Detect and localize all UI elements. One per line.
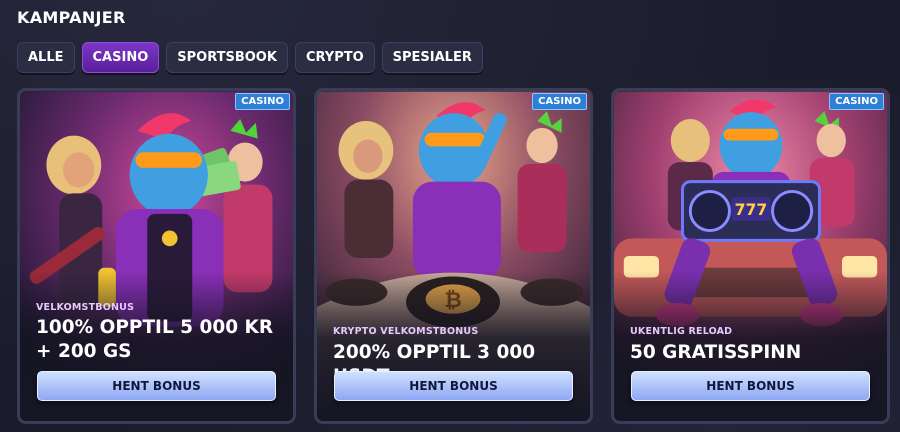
category-badge: CASINO xyxy=(235,93,290,110)
claim-bonus-button[interactable]: HENT BONUS xyxy=(631,371,870,401)
promo-headline-line-1: 50 GRATISSPINN xyxy=(630,342,802,363)
promo-headline-line-1: 100% OPPTIL 5 000 KR xyxy=(36,317,274,338)
claim-bonus-button[interactable]: HENT BONUS xyxy=(334,371,573,401)
tab-crypto[interactable]: CRYPTO xyxy=(294,42,375,73)
svg-text:777: 777 xyxy=(735,200,768,219)
tab-alle[interactable]: ALLE xyxy=(17,42,75,73)
tab-spesialer[interactable]: SPESIALER xyxy=(381,42,483,73)
promo-headline: 100% OPPTIL 5 000 KR + 200 GS xyxy=(36,316,283,364)
promotions-page: KAMPANJER ALLE CASINO SPORTSBOOK CRYPTO … xyxy=(0,0,900,432)
promo-cards: CASINO VELKOMSTBONUS 100% OPPTIL 5 000 K… xyxy=(17,88,890,424)
promo-card-crypto-welcome-bonus[interactable]: ₿ CASINO KRYPTO VELKOMSTBONUS 200% OPPTI… xyxy=(314,88,593,424)
tab-casino[interactable]: CASINO xyxy=(81,42,160,73)
category-tabs: ALLE CASINO SPORTSBOOK CRYPTO SPESIALER xyxy=(17,42,483,73)
promo-headline: 50 GRATISSPINN xyxy=(630,341,877,365)
claim-bonus-button[interactable]: HENT BONUS xyxy=(37,371,276,401)
promo-subtitle: VELKOMSTBONUS xyxy=(36,302,135,313)
promo-card-weekly-reload[interactable]: 777 CASINO UKENTLIG RELOAD 50 GRATISSPIN… xyxy=(611,88,890,424)
promo-headline-line-2: + 200 GS xyxy=(36,341,132,362)
promo-subtitle: UKENTLIG RELOAD xyxy=(630,326,733,337)
page-title: KAMPANJER xyxy=(17,8,126,27)
promo-card-welcome-bonus[interactable]: CASINO VELKOMSTBONUS 100% OPPTIL 5 000 K… xyxy=(17,88,296,424)
category-badge: CASINO xyxy=(829,93,884,110)
category-badge: CASINO xyxy=(532,93,587,110)
promo-subtitle: KRYPTO VELKOMSTBONUS xyxy=(333,326,479,337)
tab-sportsbook[interactable]: SPORTSBOOK xyxy=(166,42,288,73)
